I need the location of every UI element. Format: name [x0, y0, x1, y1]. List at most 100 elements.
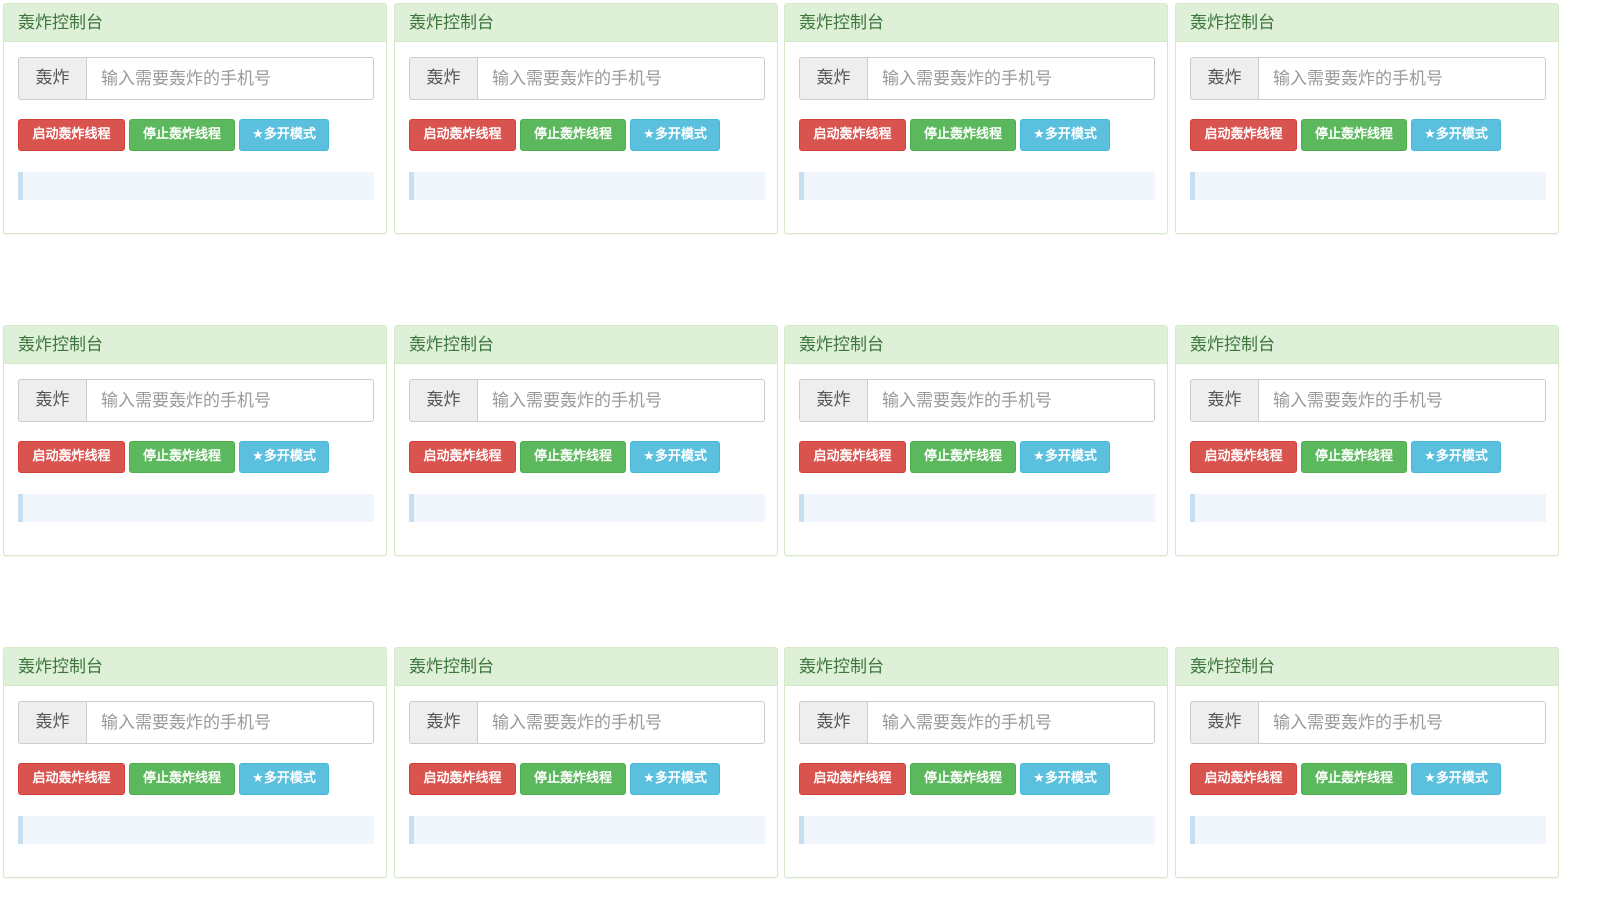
stop-thread-button[interactable]: 停止轰炸线程: [520, 119, 626, 151]
button-row: 启动轰炸线程 停止轰炸线程 ★多开模式: [1190, 763, 1501, 795]
input-addon-label: 轰炸: [409, 379, 477, 422]
phone-number-input[interactable]: [1258, 701, 1546, 744]
multi-mode-button[interactable]: ★多开模式: [1020, 119, 1110, 151]
stop-thread-button[interactable]: 停止轰炸线程: [129, 119, 235, 151]
phone-number-input[interactable]: [867, 57, 1155, 100]
start-thread-button[interactable]: 启动轰炸线程: [409, 763, 516, 795]
phone-input-group: 轰炸: [409, 379, 765, 422]
stop-thread-button[interactable]: 停止轰炸线程: [129, 763, 235, 795]
phone-input-group: 轰炸: [799, 701, 1155, 744]
phone-input-group: 轰炸: [409, 701, 765, 744]
start-thread-button[interactable]: 启动轰炸线程: [1190, 441, 1297, 473]
panel-title: 轰炸控制台: [4, 4, 386, 42]
start-thread-button[interactable]: 启动轰炸线程: [409, 441, 516, 473]
button-row: 启动轰炸线程 停止轰炸线程 ★多开模式: [18, 119, 329, 151]
phone-number-input[interactable]: [1258, 57, 1546, 100]
stop-thread-button[interactable]: 停止轰炸线程: [1301, 119, 1407, 151]
phone-input-group: 轰炸: [799, 379, 1155, 422]
panel-title: 轰炸控制台: [4, 326, 386, 364]
phone-number-input[interactable]: [477, 57, 765, 100]
status-log: [1190, 494, 1546, 522]
status-log: [409, 172, 765, 200]
button-row: 启动轰炸线程 停止轰炸线程 ★多开模式: [1190, 119, 1501, 151]
phone-input-group: 轰炸: [18, 379, 374, 422]
panel-title: 轰炸控制台: [395, 326, 777, 364]
panel-title: 轰炸控制台: [1176, 648, 1558, 686]
stop-thread-button[interactable]: 停止轰炸线程: [910, 441, 1016, 473]
multi-mode-button[interactable]: ★多开模式: [1411, 119, 1501, 151]
phone-input-group: 轰炸: [18, 57, 374, 100]
input-addon-label: 轰炸: [1190, 379, 1258, 422]
panel-title: 轰炸控制台: [1176, 4, 1558, 42]
status-log: [1190, 816, 1546, 844]
phone-input-group: 轰炸: [1190, 379, 1546, 422]
stop-thread-button[interactable]: 停止轰炸线程: [129, 441, 235, 473]
stop-thread-button[interactable]: 停止轰炸线程: [520, 763, 626, 795]
bomb-console-panel: 轰炸控制台 轰炸 启动轰炸线程 停止轰炸线程 ★多开模式: [1175, 3, 1559, 234]
start-thread-button[interactable]: 启动轰炸线程: [799, 119, 906, 151]
status-log: [799, 494, 1155, 522]
phone-number-input[interactable]: [86, 57, 374, 100]
bomb-console-panel: 轰炸控制台 轰炸 启动轰炸线程 停止轰炸线程 ★多开模式: [394, 325, 778, 556]
stop-thread-button[interactable]: 停止轰炸线程: [1301, 441, 1407, 473]
panel-title: 轰炸控制台: [4, 648, 386, 686]
status-log: [799, 816, 1155, 844]
start-thread-button[interactable]: 启动轰炸线程: [1190, 119, 1297, 151]
button-row: 启动轰炸线程 停止轰炸线程 ★多开模式: [409, 441, 720, 473]
phone-number-input[interactable]: [86, 701, 374, 744]
bomb-console-panel: 轰炸控制台 轰炸 启动轰炸线程 停止轰炸线程 ★多开模式: [784, 325, 1168, 556]
stop-thread-button[interactable]: 停止轰炸线程: [910, 119, 1016, 151]
multi-mode-button[interactable]: ★多开模式: [1020, 441, 1110, 473]
bomb-console-panel: 轰炸控制台 轰炸 启动轰炸线程 停止轰炸线程 ★多开模式: [1175, 325, 1559, 556]
bomb-console-panel: 轰炸控制台 轰炸 启动轰炸线程 停止轰炸线程 ★多开模式: [1175, 647, 1559, 878]
panel-title: 轰炸控制台: [395, 648, 777, 686]
input-addon-label: 轰炸: [409, 701, 477, 744]
button-row: 启动轰炸线程 停止轰炸线程 ★多开模式: [18, 441, 329, 473]
status-log: [1190, 172, 1546, 200]
phone-input-group: 轰炸: [1190, 57, 1546, 100]
phone-number-input[interactable]: [86, 379, 374, 422]
panel-title: 轰炸控制台: [785, 4, 1167, 42]
stop-thread-button[interactable]: 停止轰炸线程: [910, 763, 1016, 795]
multi-mode-button[interactable]: ★多开模式: [239, 441, 329, 473]
multi-mode-button[interactable]: ★多开模式: [1020, 763, 1110, 795]
phone-number-input[interactable]: [477, 379, 765, 422]
multi-mode-button[interactable]: ★多开模式: [630, 119, 720, 151]
button-row: 启动轰炸线程 停止轰炸线程 ★多开模式: [409, 763, 720, 795]
button-row: 启动轰炸线程 停止轰炸线程 ★多开模式: [409, 119, 720, 151]
start-thread-button[interactable]: 启动轰炸线程: [18, 763, 125, 795]
multi-mode-button[interactable]: ★多开模式: [1411, 441, 1501, 473]
input-addon-label: 轰炸: [799, 57, 867, 100]
start-thread-button[interactable]: 启动轰炸线程: [799, 441, 906, 473]
status-log: [18, 494, 374, 522]
button-row: 启动轰炸线程 停止轰炸线程 ★多开模式: [799, 441, 1110, 473]
button-row: 启动轰炸线程 停止轰炸线程 ★多开模式: [799, 119, 1110, 151]
console-grid: 轰炸控制台 轰炸 启动轰炸线程 停止轰炸线程 ★多开模式 轰炸控制台 轰炸 启动…: [0, 0, 1624, 914]
input-addon-label: 轰炸: [1190, 57, 1258, 100]
input-addon-label: 轰炸: [409, 57, 477, 100]
input-addon-label: 轰炸: [799, 701, 867, 744]
phone-number-input[interactable]: [477, 701, 765, 744]
start-thread-button[interactable]: 启动轰炸线程: [18, 119, 125, 151]
phone-number-input[interactable]: [867, 701, 1155, 744]
bomb-console-panel: 轰炸控制台 轰炸 启动轰炸线程 停止轰炸线程 ★多开模式: [784, 3, 1168, 234]
stop-thread-button[interactable]: 停止轰炸线程: [520, 441, 626, 473]
start-thread-button[interactable]: 启动轰炸线程: [1190, 763, 1297, 795]
start-thread-button[interactable]: 启动轰炸线程: [18, 441, 125, 473]
input-addon-label: 轰炸: [18, 379, 86, 422]
multi-mode-button[interactable]: ★多开模式: [239, 763, 329, 795]
input-addon-label: 轰炸: [1190, 701, 1258, 744]
multi-mode-button[interactable]: ★多开模式: [630, 763, 720, 795]
start-thread-button[interactable]: 启动轰炸线程: [799, 763, 906, 795]
bomb-console-panel: 轰炸控制台 轰炸 启动轰炸线程 停止轰炸线程 ★多开模式: [3, 3, 387, 234]
button-row: 启动轰炸线程 停止轰炸线程 ★多开模式: [799, 763, 1110, 795]
multi-mode-button[interactable]: ★多开模式: [239, 119, 329, 151]
input-addon-label: 轰炸: [18, 701, 86, 744]
multi-mode-button[interactable]: ★多开模式: [630, 441, 720, 473]
bomb-console-panel: 轰炸控制台 轰炸 启动轰炸线程 停止轰炸线程 ★多开模式: [3, 647, 387, 878]
multi-mode-button[interactable]: ★多开模式: [1411, 763, 1501, 795]
start-thread-button[interactable]: 启动轰炸线程: [409, 119, 516, 151]
phone-number-input[interactable]: [1258, 379, 1546, 422]
stop-thread-button[interactable]: 停止轰炸线程: [1301, 763, 1407, 795]
phone-number-input[interactable]: [867, 379, 1155, 422]
